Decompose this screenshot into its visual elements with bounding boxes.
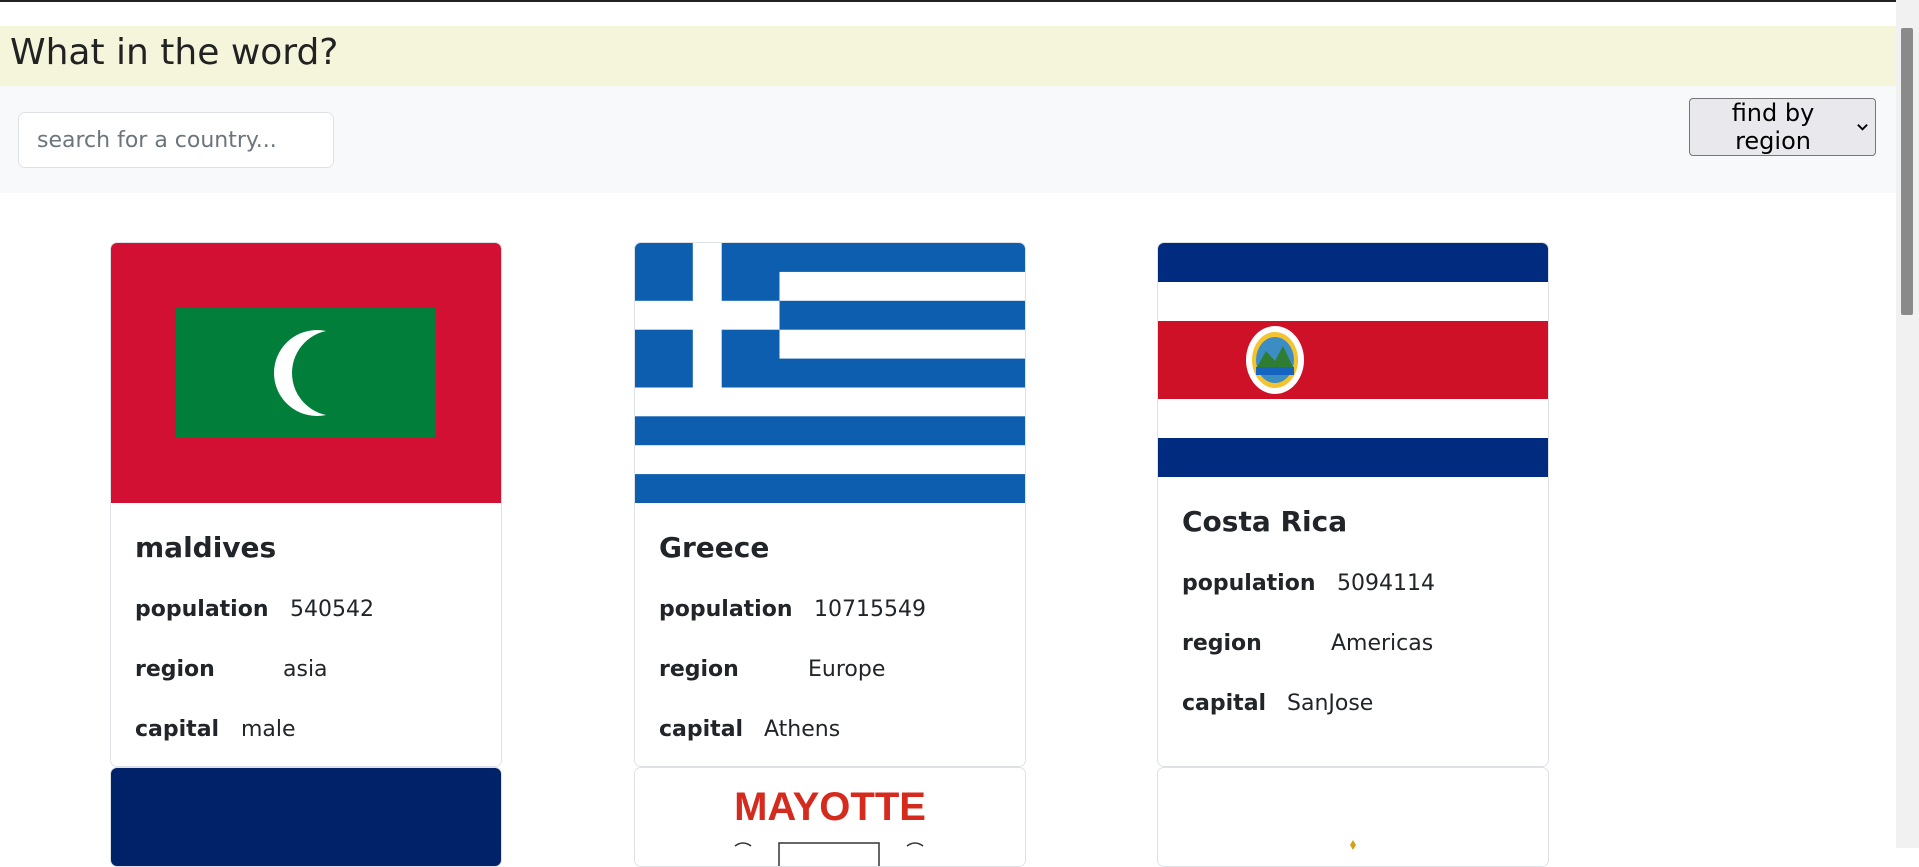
costa-rica-flag-image — [1158, 243, 1548, 477]
region-label: region — [1182, 630, 1262, 656]
region-row: region Europe — [659, 654, 1001, 684]
search-input[interactable] — [18, 112, 334, 168]
capital-value: Athens — [764, 716, 841, 742]
maldives-flag-image — [111, 243, 501, 503]
scrollbar-thumb[interactable] — [1901, 28, 1913, 315]
population-label: population — [1182, 570, 1316, 596]
region-label: region — [659, 656, 739, 682]
population-value: 10715549 — [814, 596, 926, 622]
population-row: population 540542 — [135, 594, 477, 624]
capital-value: male — [241, 716, 296, 742]
country-name: maldives — [135, 531, 277, 564]
region-value: Europe — [808, 656, 886, 682]
capital-label: capital — [1182, 690, 1267, 716]
window-top-border — [0, 0, 1919, 2]
capital-row: capital Athens — [659, 714, 1001, 744]
region-row: region asia — [135, 654, 477, 684]
country-card-costa-rica[interactable]: Costa Rica population 5094114 region Ame… — [1157, 242, 1549, 767]
region-value: Americas — [1331, 630, 1434, 656]
capital-row: capital male — [135, 714, 477, 744]
region-label: region — [135, 656, 215, 682]
population-label: population — [659, 596, 793, 622]
country-name: Greece — [659, 531, 770, 564]
country-card-maldives[interactable]: maldives population 540542 region asia c… — [110, 242, 502, 767]
capital-row: capital SanJose — [1182, 688, 1524, 718]
population-label: population — [135, 596, 269, 622]
greece-flag-image — [635, 243, 1025, 503]
coat-of-arms-icon — [1246, 326, 1304, 394]
app-header: What in the word? — [0, 26, 1896, 86]
region-value: asia — [283, 656, 328, 682]
population-row: population 5094114 — [1182, 568, 1524, 598]
country-card-mayotte[interactable]: MAYOTTE — [634, 767, 1026, 867]
capital-label: capital — [135, 716, 220, 742]
mayotte-flag-image: MAYOTTE — [635, 768, 1025, 866]
population-row: population 10715549 — [659, 594, 1001, 624]
country-card-greece[interactable]: Greece population 10715549 region Europe… — [634, 242, 1026, 767]
chevron-down-icon — [1857, 124, 1868, 131]
region-filter-label: find by region — [1731, 99, 1815, 155]
country-flag-image — [111, 768, 501, 866]
region-filter-dropdown[interactable]: find by region — [1689, 98, 1876, 156]
toolbar: find by region — [0, 86, 1896, 193]
country-card-partial-1[interactable] — [110, 767, 502, 867]
region-row: region Americas — [1182, 628, 1524, 658]
country-card-partial-3[interactable] — [1157, 767, 1549, 867]
country-name: Costa Rica — [1182, 505, 1348, 538]
page-title: What in the word? — [10, 32, 339, 73]
capital-label: capital — [659, 716, 744, 742]
country-flag-image — [1158, 768, 1548, 866]
mayotte-flag-text: MAYOTTE — [734, 785, 926, 829]
population-value: 540542 — [290, 596, 374, 622]
population-value: 5094114 — [1337, 570, 1435, 596]
capital-value: SanJose — [1287, 690, 1374, 716]
